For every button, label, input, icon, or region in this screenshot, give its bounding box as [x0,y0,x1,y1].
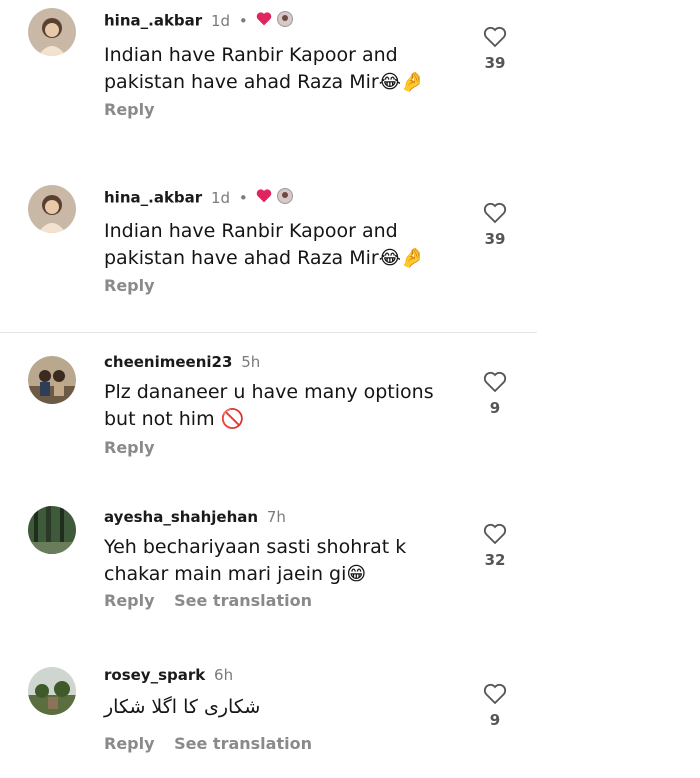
reply-button[interactable]: Reply [104,276,155,295]
comment-meta: cheenimeeni23 5h [104,353,260,371]
comment-actions: Reply [104,438,155,457]
comment-actions: Reply See translation [104,591,312,610]
avatar[interactable] [28,506,76,554]
avatar[interactable] [28,667,76,715]
like-count: 39 [484,230,506,248]
like-control: 39 [480,26,510,72]
comment-meta: ayesha_shahjehan 7h [104,508,286,526]
timestamp: 1d [210,11,231,30]
comment-text: Plz dananeer u have many options but not… [104,381,434,430]
comment-meta: hina_.akbar 1d • [104,188,294,208]
separator: • [238,11,248,30]
heart-outline-icon[interactable] [480,371,510,393]
reply-button[interactable]: Reply [104,438,155,457]
like-control: 32 [480,523,510,569]
emoji: 😂🤌 [378,71,425,93]
like-control: 9 [480,683,510,729]
avatar[interactable] [28,356,76,404]
heart-outline-icon[interactable] [480,26,510,48]
comment-text: Indian have Ranbir Kapoor and pakistan h… [104,220,425,269]
comment-text: شکاری کا اگلا شکار [104,696,261,718]
creator-liked-heart-icon [256,12,272,30]
reply-button[interactable]: Reply [104,100,155,119]
timestamp: 7h [266,508,286,526]
like-count: 32 [484,551,506,569]
username[interactable]: cheenimeeni23 [104,353,232,371]
divider [0,332,537,333]
comment-actions: Reply [104,276,155,295]
emoji: 😂🤌 [378,247,425,269]
see-translation-button[interactable]: See translation [174,734,312,753]
comment-text: Indian have Ranbir Kapoor and pakistan h… [104,44,425,93]
like-count: 9 [489,711,501,729]
comment-actions: Reply [104,100,155,119]
like-count: 39 [484,54,506,72]
separator: • [238,188,248,207]
like-control: 39 [480,202,510,248]
username[interactable]: hina_.akbar [104,189,202,207]
avatar[interactable] [28,8,76,56]
reply-button[interactable]: Reply [104,591,155,610]
timestamp: 1d [210,188,231,207]
timestamp: 6h [214,666,234,684]
comment-text: Yeh bechariyaan sasti shohrat k chakar m… [104,536,407,585]
creator-liked-heart-icon [256,189,272,207]
emoji: 😁 [346,563,367,585]
username[interactable]: rosey_spark [104,666,205,684]
creator-avatar-icon [277,188,294,208]
like-control: 9 [480,371,510,417]
heart-outline-icon[interactable] [480,202,510,224]
comment-meta: hina_.akbar 1d • [104,11,294,31]
emoji: 🚫 [220,408,245,430]
comment-meta: rosey_spark 6h [104,666,233,684]
like-count: 9 [489,399,501,417]
comment-actions: Reply See translation [104,734,312,753]
creator-avatar-icon [277,11,294,31]
heart-outline-icon[interactable] [480,683,510,705]
heart-outline-icon[interactable] [480,523,510,545]
avatar[interactable] [28,185,76,233]
username[interactable]: ayesha_shahjehan [104,508,258,526]
timestamp: 5h [241,353,261,371]
reply-button[interactable]: Reply [104,734,155,753]
username[interactable]: hina_.akbar [104,12,202,30]
see-translation-button[interactable]: See translation [174,591,312,610]
